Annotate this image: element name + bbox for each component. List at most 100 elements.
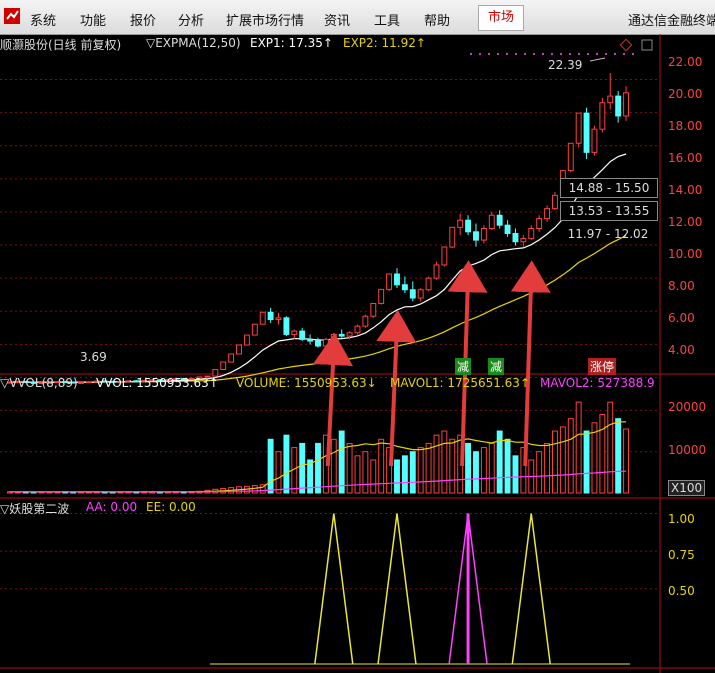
range-label-2: 13.53 - 13.55 (560, 201, 658, 221)
volume-bar (488, 442, 495, 494)
menu-bar: 系统 功能 报价 分析 扩展市场行情 资讯 工具 帮助 市场 通达信金融终端 (0, 0, 715, 35)
volume-bar (299, 442, 306, 494)
volume-bar (267, 438, 274, 494)
candle-body (299, 330, 306, 340)
top-marker-dot (614, 53, 616, 55)
volume-bar (504, 438, 511, 494)
top-marker-dot (596, 53, 598, 55)
top-marker-dot (587, 53, 589, 55)
vvol-value: VVOL: 1550953.63↑ (96, 376, 219, 390)
menu-market-tab[interactable]: 市场 (478, 5, 524, 31)
menu-tools[interactable]: 工具 (374, 10, 400, 29)
candle-body (338, 333, 345, 337)
chart-area[interactable] (0, 34, 715, 673)
candle-body (85, 381, 92, 384)
aa-value: AA: 0.00 (86, 500, 138, 514)
top-marker-dot (470, 53, 472, 55)
reduce-signal-1: 减 (455, 358, 472, 375)
menu-help[interactable]: 帮助 (424, 10, 450, 29)
top-marker-dot (479, 53, 481, 55)
menu-quotes[interactable]: 报价 (130, 10, 156, 29)
candle-body (615, 95, 622, 117)
volume-tick: 20000 (668, 400, 707, 414)
price-tick: 22.00 (668, 55, 703, 69)
range-label-3: 11.97 - 12.02 (567, 227, 649, 241)
volume-bar (599, 414, 606, 494)
price-tick: 12.00 (668, 215, 703, 229)
price-tick: 4.00 (668, 343, 695, 357)
candle-body (591, 128, 598, 153)
candle-body (488, 214, 495, 229)
exp2-label: EXP2: 11.92↑ (343, 36, 426, 50)
candle-body (322, 338, 329, 347)
candle-body (283, 317, 290, 335)
price-tick: 14.00 (668, 183, 703, 197)
candle-body (370, 302, 377, 317)
menu-functions[interactable]: 功能 (80, 10, 106, 29)
volume-bar (409, 451, 416, 494)
signal-indicator[interactable]: ▽妖股第二波 (0, 500, 69, 517)
menu-news[interactable]: 资讯 (324, 10, 350, 29)
top-marker-dot (542, 53, 544, 55)
volume-bar (283, 434, 290, 494)
top-marker-dot (524, 53, 526, 55)
volume-bar (354, 455, 361, 494)
volume-bar (615, 418, 622, 494)
volume-bar (401, 455, 408, 494)
mavol1-value: MAVOL1: 1725651.63↑ (390, 376, 530, 390)
app-logo-icon[interactable] (4, 8, 20, 24)
menu-analysis[interactable]: 分析 (178, 10, 204, 29)
signal-tick: 0.50 (668, 584, 695, 598)
candle-body (552, 194, 558, 210)
candle-body (599, 102, 606, 130)
volume-bar (370, 459, 377, 494)
volume-bar (417, 447, 424, 494)
candle-body (504, 224, 511, 234)
candle-body (457, 219, 464, 228)
high-pointer (589, 57, 606, 62)
high-price-label: 22.39 (548, 58, 583, 72)
volume-bar (607, 401, 614, 494)
volume-bar (362, 451, 369, 494)
candle-body (425, 277, 432, 291)
top-marker-dot (506, 53, 508, 55)
top-marker-dot (569, 53, 571, 55)
candle-body (259, 311, 266, 325)
top-marker-dot (605, 53, 607, 55)
low-price-label: 3.69 (80, 350, 107, 364)
signal-tick: 0.75 (668, 548, 695, 562)
candle-body (307, 338, 314, 342)
vvol-indicator[interactable]: ▽VVOL(8,89) (0, 376, 78, 390)
candle-body (378, 288, 385, 304)
top-marker-dot (623, 53, 625, 55)
volume-value: VOLUME: 1550953.63↓ (236, 376, 377, 390)
price-tick: 18.00 (668, 119, 703, 133)
top-marker-dot (488, 53, 490, 55)
menu-extended-market[interactable]: 扩展市场行情 (226, 10, 304, 29)
candle-body (346, 332, 353, 337)
menu-system[interactable]: 系统 (30, 10, 56, 29)
panel-dividers (0, 34, 715, 673)
price-tick: 8.00 (668, 279, 695, 293)
volume-bar (567, 418, 574, 494)
volume-bar (512, 455, 519, 494)
candle-body (441, 246, 448, 266)
candle-body (536, 218, 543, 230)
top-marker-dot (551, 53, 553, 55)
candle-body (251, 323, 258, 336)
top-marker-dot (578, 53, 580, 55)
candle-body (417, 289, 424, 299)
expma-indicator[interactable]: ▽EXPMA(12,50) (146, 36, 241, 50)
volume-bar (583, 430, 590, 494)
stock-title: 顺灏股份(日线 前复权) (0, 38, 122, 52)
volume-bar (465, 442, 472, 494)
candle-body (228, 353, 235, 363)
volume-bar (552, 430, 558, 494)
volume-bar (330, 438, 337, 494)
candle-body (520, 237, 527, 243)
candle-body (78, 381, 84, 384)
top-marker-dot (497, 53, 499, 55)
top-marker-dot (560, 53, 562, 55)
volume-bar (338, 430, 345, 494)
exp1-line (9, 153, 627, 384)
